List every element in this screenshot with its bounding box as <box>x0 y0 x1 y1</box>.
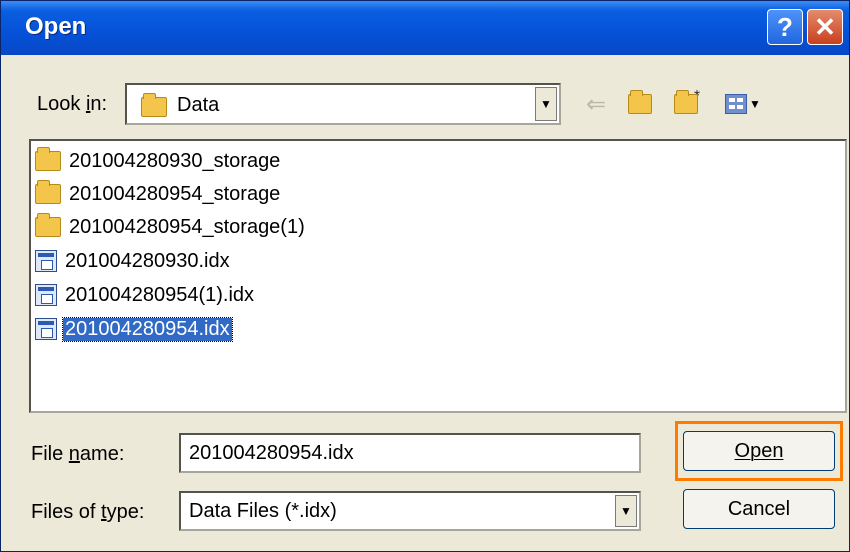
chevron-down-icon[interactable]: ▼ <box>535 87 557 121</box>
cancel-button[interactable]: Cancel <box>683 489 835 529</box>
list-item[interactable]: 201004280930_storage <box>35 145 282 177</box>
up-folder-icon[interactable] <box>623 87 657 121</box>
views-menu-icon[interactable]: ▼ <box>719 87 767 121</box>
files-of-type-dropdown[interactable]: Data Files (*.idx) ▼ <box>179 491 641 531</box>
look-in-label: Look in: <box>37 93 108 115</box>
folder-icon <box>35 213 61 237</box>
file-name-label: File name: <box>31 443 125 465</box>
dialog-title: Open <box>25 13 87 40</box>
files-of-type-value: Data Files (*.idx) <box>189 500 337 522</box>
folder-icon <box>35 147 61 171</box>
file-icon <box>35 250 57 272</box>
folder-icon <box>35 180 61 204</box>
help-button[interactable]: ? <box>767 9 803 45</box>
list-item[interactable]: 201004280930.idx <box>35 245 232 277</box>
open-dialog: Open ? ✕ Look in: Data ▼ ⇐ * ▼ 201004280… <box>0 0 850 552</box>
files-of-type-label: Files of type: <box>31 501 145 523</box>
back-arrow-icon[interactable]: ⇐ <box>581 87 611 121</box>
chevron-down-icon[interactable]: ▼ <box>615 495 637 527</box>
title-bar: Open ? ✕ <box>1 1 849 55</box>
list-item-selected[interactable]: 201004280954.idx <box>35 313 233 345</box>
list-item[interactable]: 201004280954_storage <box>35 178 282 210</box>
new-folder-icon[interactable]: * <box>669 87 705 121</box>
close-button[interactable]: ✕ <box>807 9 843 45</box>
list-item[interactable]: 201004280954_storage(1) <box>35 211 307 243</box>
file-name-input[interactable] <box>179 433 641 473</box>
open-button[interactable]: Open <box>683 431 835 471</box>
list-item[interactable]: 201004280954(1).idx <box>35 279 256 311</box>
file-list[interactable]: 201004280930_storage 201004280954_storag… <box>29 139 847 413</box>
file-icon <box>35 284 57 306</box>
look-in-value: Data <box>177 94 220 116</box>
folder-icon <box>141 93 167 117</box>
look-in-dropdown[interactable]: Data ▼ <box>125 83 561 125</box>
file-icon <box>35 318 57 340</box>
